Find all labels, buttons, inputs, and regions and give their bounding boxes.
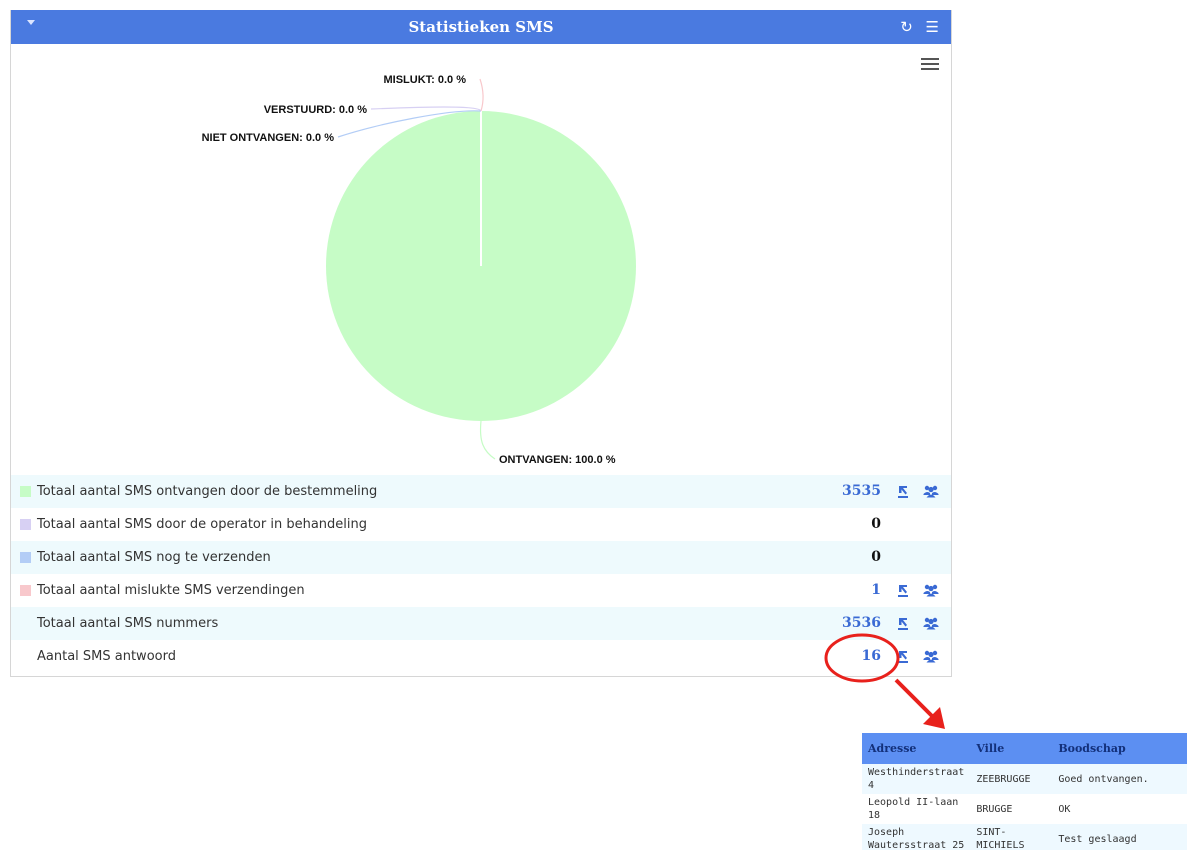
cell-ville: BRUGGE — [976, 803, 1013, 815]
col-boodschap[interactable]: Boodschap — [1052, 733, 1187, 764]
col-ville[interactable]: Ville — [970, 733, 1053, 764]
table-row[interactable]: Joseph Wautersstraat 25 SINT-MICHIELS Te… — [862, 824, 1187, 850]
reply-popup: Adresse Ville Boodschap Westhinderstraat… — [862, 733, 1187, 850]
cell-ville: ZEEBRUGGE — [976, 773, 1031, 785]
reply-table: Adresse Ville Boodschap Westhinderstraat… — [862, 733, 1187, 850]
annotation-arrow-line — [894, 678, 937, 721]
cell-boodschap: OK — [1058, 803, 1071, 815]
reply-table-header: Adresse Ville Boodschap — [862, 733, 1187, 764]
cell-adresse: Joseph Wautersstraat 25 — [868, 827, 965, 850]
table-row[interactable]: Leopold II-laan 18 BRUGGE OK — [862, 794, 1187, 824]
highlight-circle — [824, 633, 900, 683]
col-adresse[interactable]: Adresse — [862, 733, 971, 764]
cell-adresse: Leopold II-laan 18 — [868, 797, 959, 821]
annotation-overlay — [824, 633, 945, 729]
cell-adresse: Westhinderstraat 4 — [868, 767, 965, 791]
cell-boodschap: Goed ontvangen. — [1058, 773, 1149, 785]
cell-boodschap: Test geslaagd — [1058, 833, 1137, 845]
cell-ville: SINT-MICHIELS — [976, 827, 1025, 850]
table-row[interactable]: Westhinderstraat 4 ZEEBRUGGE Goed ontvan… — [862, 764, 1187, 794]
